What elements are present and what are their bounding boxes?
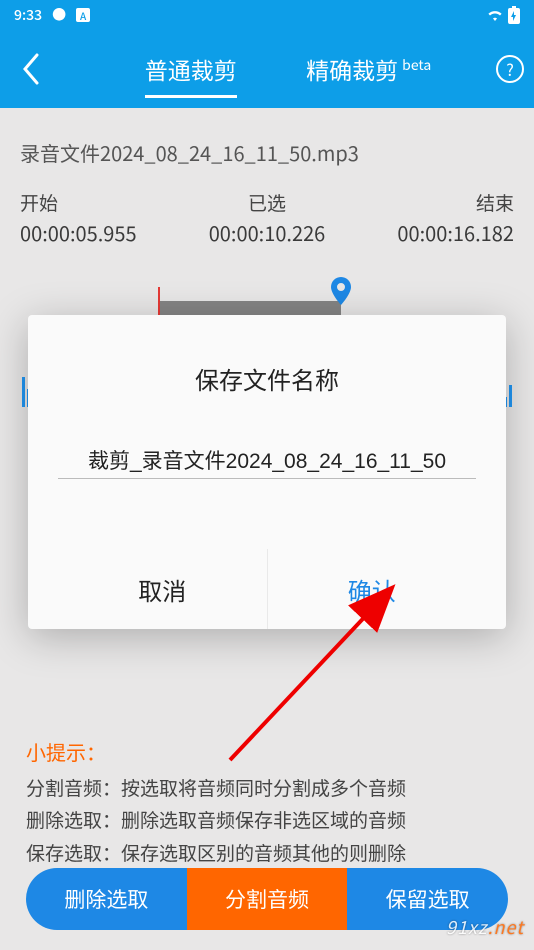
save-dialog: 保存文件名称 取消 确认 [28, 315, 506, 629]
save-filename-input[interactable] [58, 442, 476, 479]
cancel-button[interactable]: 取消 [58, 549, 267, 629]
dialog-backdrop: 保存文件名称 取消 确认 [0, 0, 534, 950]
confirm-button[interactable]: 确认 [267, 549, 477, 629]
dialog-title: 保存文件名称 [58, 361, 476, 396]
watermark: 91xz.net [446, 914, 524, 940]
